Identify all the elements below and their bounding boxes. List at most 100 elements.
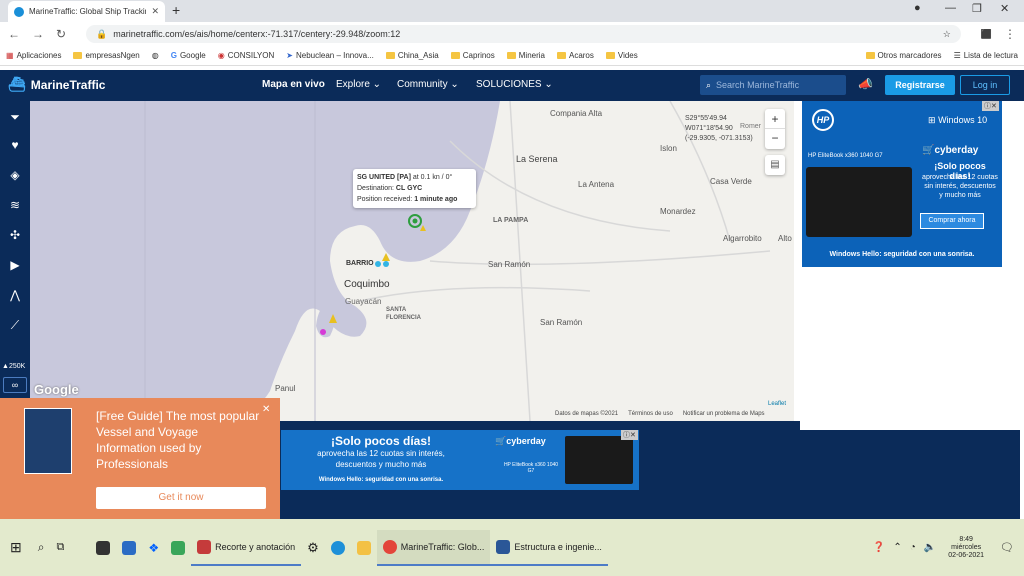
register-button[interactable]: Registrarse [885, 75, 955, 95]
store-icon[interactable] [90, 530, 116, 566]
close-window-icon[interactable]: ✕ [1000, 2, 1009, 15]
search-icon[interactable]: ⌕ [32, 530, 51, 566]
bookmark-item[interactable]: empresasNgen [73, 51, 140, 60]
bookmark-apps[interactable]: ▦ Aplicaciones [6, 51, 61, 60]
star-icon[interactable]: ☆ [943, 29, 951, 40]
zoom-out-button[interactable]: − [765, 129, 785, 149]
taskbar-word-app[interactable]: Estructura e ingenie... [490, 530, 608, 566]
minimize-icon[interactable]: — [945, 2, 956, 14]
coordinates-readout: S29°55'49.94 W071°18'54.90 (-29.9305, -0… [685, 115, 753, 142]
login-button[interactable]: Log in [960, 75, 1010, 95]
filter-icon[interactable]: ⏷ [0, 103, 30, 131]
play-icon[interactable]: ▶ [0, 251, 30, 279]
start-icon[interactable]: ⊞ [0, 530, 32, 566]
stats-icon[interactable]: ⟋ [0, 311, 30, 339]
restore-icon[interactable]: ❐ [972, 2, 982, 15]
back-icon[interactable]: ← [8, 27, 20, 41]
map-label: Monardez [660, 207, 696, 216]
taskbar-snip-app[interactable]: Recorte y anotación [191, 530, 302, 566]
search-input[interactable]: ⌕ Search MarineTraffic [700, 75, 846, 95]
infinity-toggle[interactable]: ∞ [3, 377, 27, 393]
task-view-icon[interactable]: ⧉ [50, 530, 70, 566]
ad-right[interactable]: HP ⊞ Windows 10 🛒cyberday HP EliteBook x… [802, 101, 1002, 267]
other-bookmarks[interactable]: Otros marcadores [865, 51, 942, 60]
apps-grid-icon: ▦ [6, 51, 14, 60]
bookmark-item[interactable]: ◍ [152, 51, 159, 60]
ad-close-icon[interactable]: ⓘ✕ [621, 430, 638, 440]
marinetraffic-favicon-icon [14, 6, 24, 17]
ad-body: aprovecha las 12 cuotas sin interés, des… [922, 174, 998, 199]
reload-icon[interactable]: ↻ [56, 27, 66, 41]
report-link[interactable]: Notificar un problema de Maps [683, 411, 765, 417]
ad-footer: Windows Hello: seguridad con una sonrisa… [829, 251, 975, 258]
vessel-marker[interactable] [383, 261, 389, 267]
close-icon[interactable]: ✕ [262, 404, 270, 415]
bookmark-item[interactable]: Acaros [556, 51, 594, 60]
bookmark-item[interactable]: ➤ Nebuclean – Innova... [286, 51, 374, 60]
network-icon[interactable]: ◔ [910, 542, 916, 553]
bookmark-item[interactable]: Caprinos [450, 51, 495, 60]
compass-icon[interactable]: ⋀ [0, 281, 30, 309]
clock[interactable]: 8:49 miércoles 02-06-2021 [942, 530, 990, 566]
menu-icon[interactable]: ⋮ [1004, 27, 1016, 41]
nav-explore[interactable]: Explore ⌄ [336, 79, 381, 90]
folder-icon [73, 52, 83, 59]
bookmark-item[interactable]: China_Asia [385, 51, 439, 60]
reading-list[interactable]: ☰ Lista de lectura [954, 51, 1018, 60]
map-label: LA PAMPA [493, 217, 529, 224]
taskbar-chrome-app[interactable]: MarineTraffic: Glob... [376, 529, 491, 566]
nebuclean-icon: ➤ [286, 51, 293, 60]
nav-solutions[interactable]: SOLUCIONES ⌄ [476, 79, 553, 90]
ad-close-icon[interactable]: ⓘ✕ [982, 101, 999, 111]
buy-now-button[interactable]: Comprar ahora [920, 213, 984, 229]
dropbox-icon[interactable]: ❖ [142, 530, 165, 566]
zoom-in-button[interactable]: + [765, 109, 785, 129]
nav-live-map[interactable]: Mapa en vivo [262, 79, 325, 90]
new-tab-icon[interactable]: + [172, 2, 180, 18]
account-icon[interactable]: ● [914, 2, 921, 14]
bookmark-item[interactable]: Vides [605, 51, 638, 60]
map-type-icon[interactable]: ▤ [765, 155, 785, 175]
word-icon [496, 539, 511, 554]
edge-icon[interactable] [325, 530, 351, 566]
tray-chevron-icon[interactable]: ⌃ [893, 542, 901, 553]
map-label: SANTA FLORENCIA [386, 307, 421, 321]
favorites-heart-icon[interactable]: ♥ [0, 131, 30, 159]
bookmark-item[interactable]: G Google [171, 51, 206, 60]
close-tab-icon[interactable]: ✕ [151, 6, 159, 17]
browser-tab[interactable]: MarineTraffic: Global Ship Trackin ✕ [8, 1, 165, 22]
live-map[interactable]: Compania Alta La Serena La Antena LA PAM… [30, 101, 794, 421]
road [429, 250, 771, 266]
vessel-marker[interactable] [375, 261, 381, 267]
folder-icon [506, 52, 516, 59]
folder-icon [450, 52, 460, 59]
ad-bottom[interactable]: ¡Solo pocos días! aprovecha las 12 cuota… [281, 430, 639, 490]
bookmark-item[interactable]: Mineria [506, 51, 545, 60]
get-it-now-button[interactable]: Get it now [96, 487, 266, 509]
terms-link[interactable]: Términos de uso [628, 411, 673, 417]
settings-gear-icon[interactable]: ⚙ [301, 530, 325, 566]
bookmark-item[interactable]: ◉ CONSILYON [218, 51, 275, 60]
free-guide-popup: [Free Guide] The most popular Vessel and… [0, 398, 280, 520]
measure-icon[interactable]: ✣ [0, 221, 30, 249]
notification-icon[interactable]: 🗨 [990, 530, 1024, 566]
url-bar[interactable]: 🔒 marinetraffic.com/es/ais/home/centerx:… [86, 25, 961, 43]
windows-logo-icon: ⊞ [928, 115, 936, 125]
vessel-marker[interactable] [320, 329, 326, 335]
brand-logo[interactable]: ⛴ MarineTraffic [8, 76, 105, 93]
system-tray: ❓ ⌃ ◔ 🔈 [867, 530, 942, 566]
weather-icon[interactable]: ≋ [0, 191, 30, 219]
forward-icon[interactable]: → [32, 27, 44, 41]
zoom-control: + − [765, 109, 785, 149]
nav-community[interactable]: Community ⌄ [397, 79, 459, 90]
money-app-icon[interactable] [165, 530, 191, 566]
layers-icon[interactable]: ◈ [0, 161, 30, 189]
help-icon[interactable]: ❓ [873, 542, 885, 553]
leaflet-link[interactable]: Leaflet [768, 401, 786, 407]
megaphone-icon[interactable]: 📣 [858, 77, 873, 91]
extension-icon[interactable]: ⬛ [981, 29, 992, 40]
volume-icon[interactable]: 🔈 [924, 542, 936, 553]
mail-icon[interactable] [116, 530, 142, 566]
file-explorer-icon[interactable] [351, 530, 377, 566]
windows-badge: ⊞ Windows 10 [928, 115, 988, 125]
